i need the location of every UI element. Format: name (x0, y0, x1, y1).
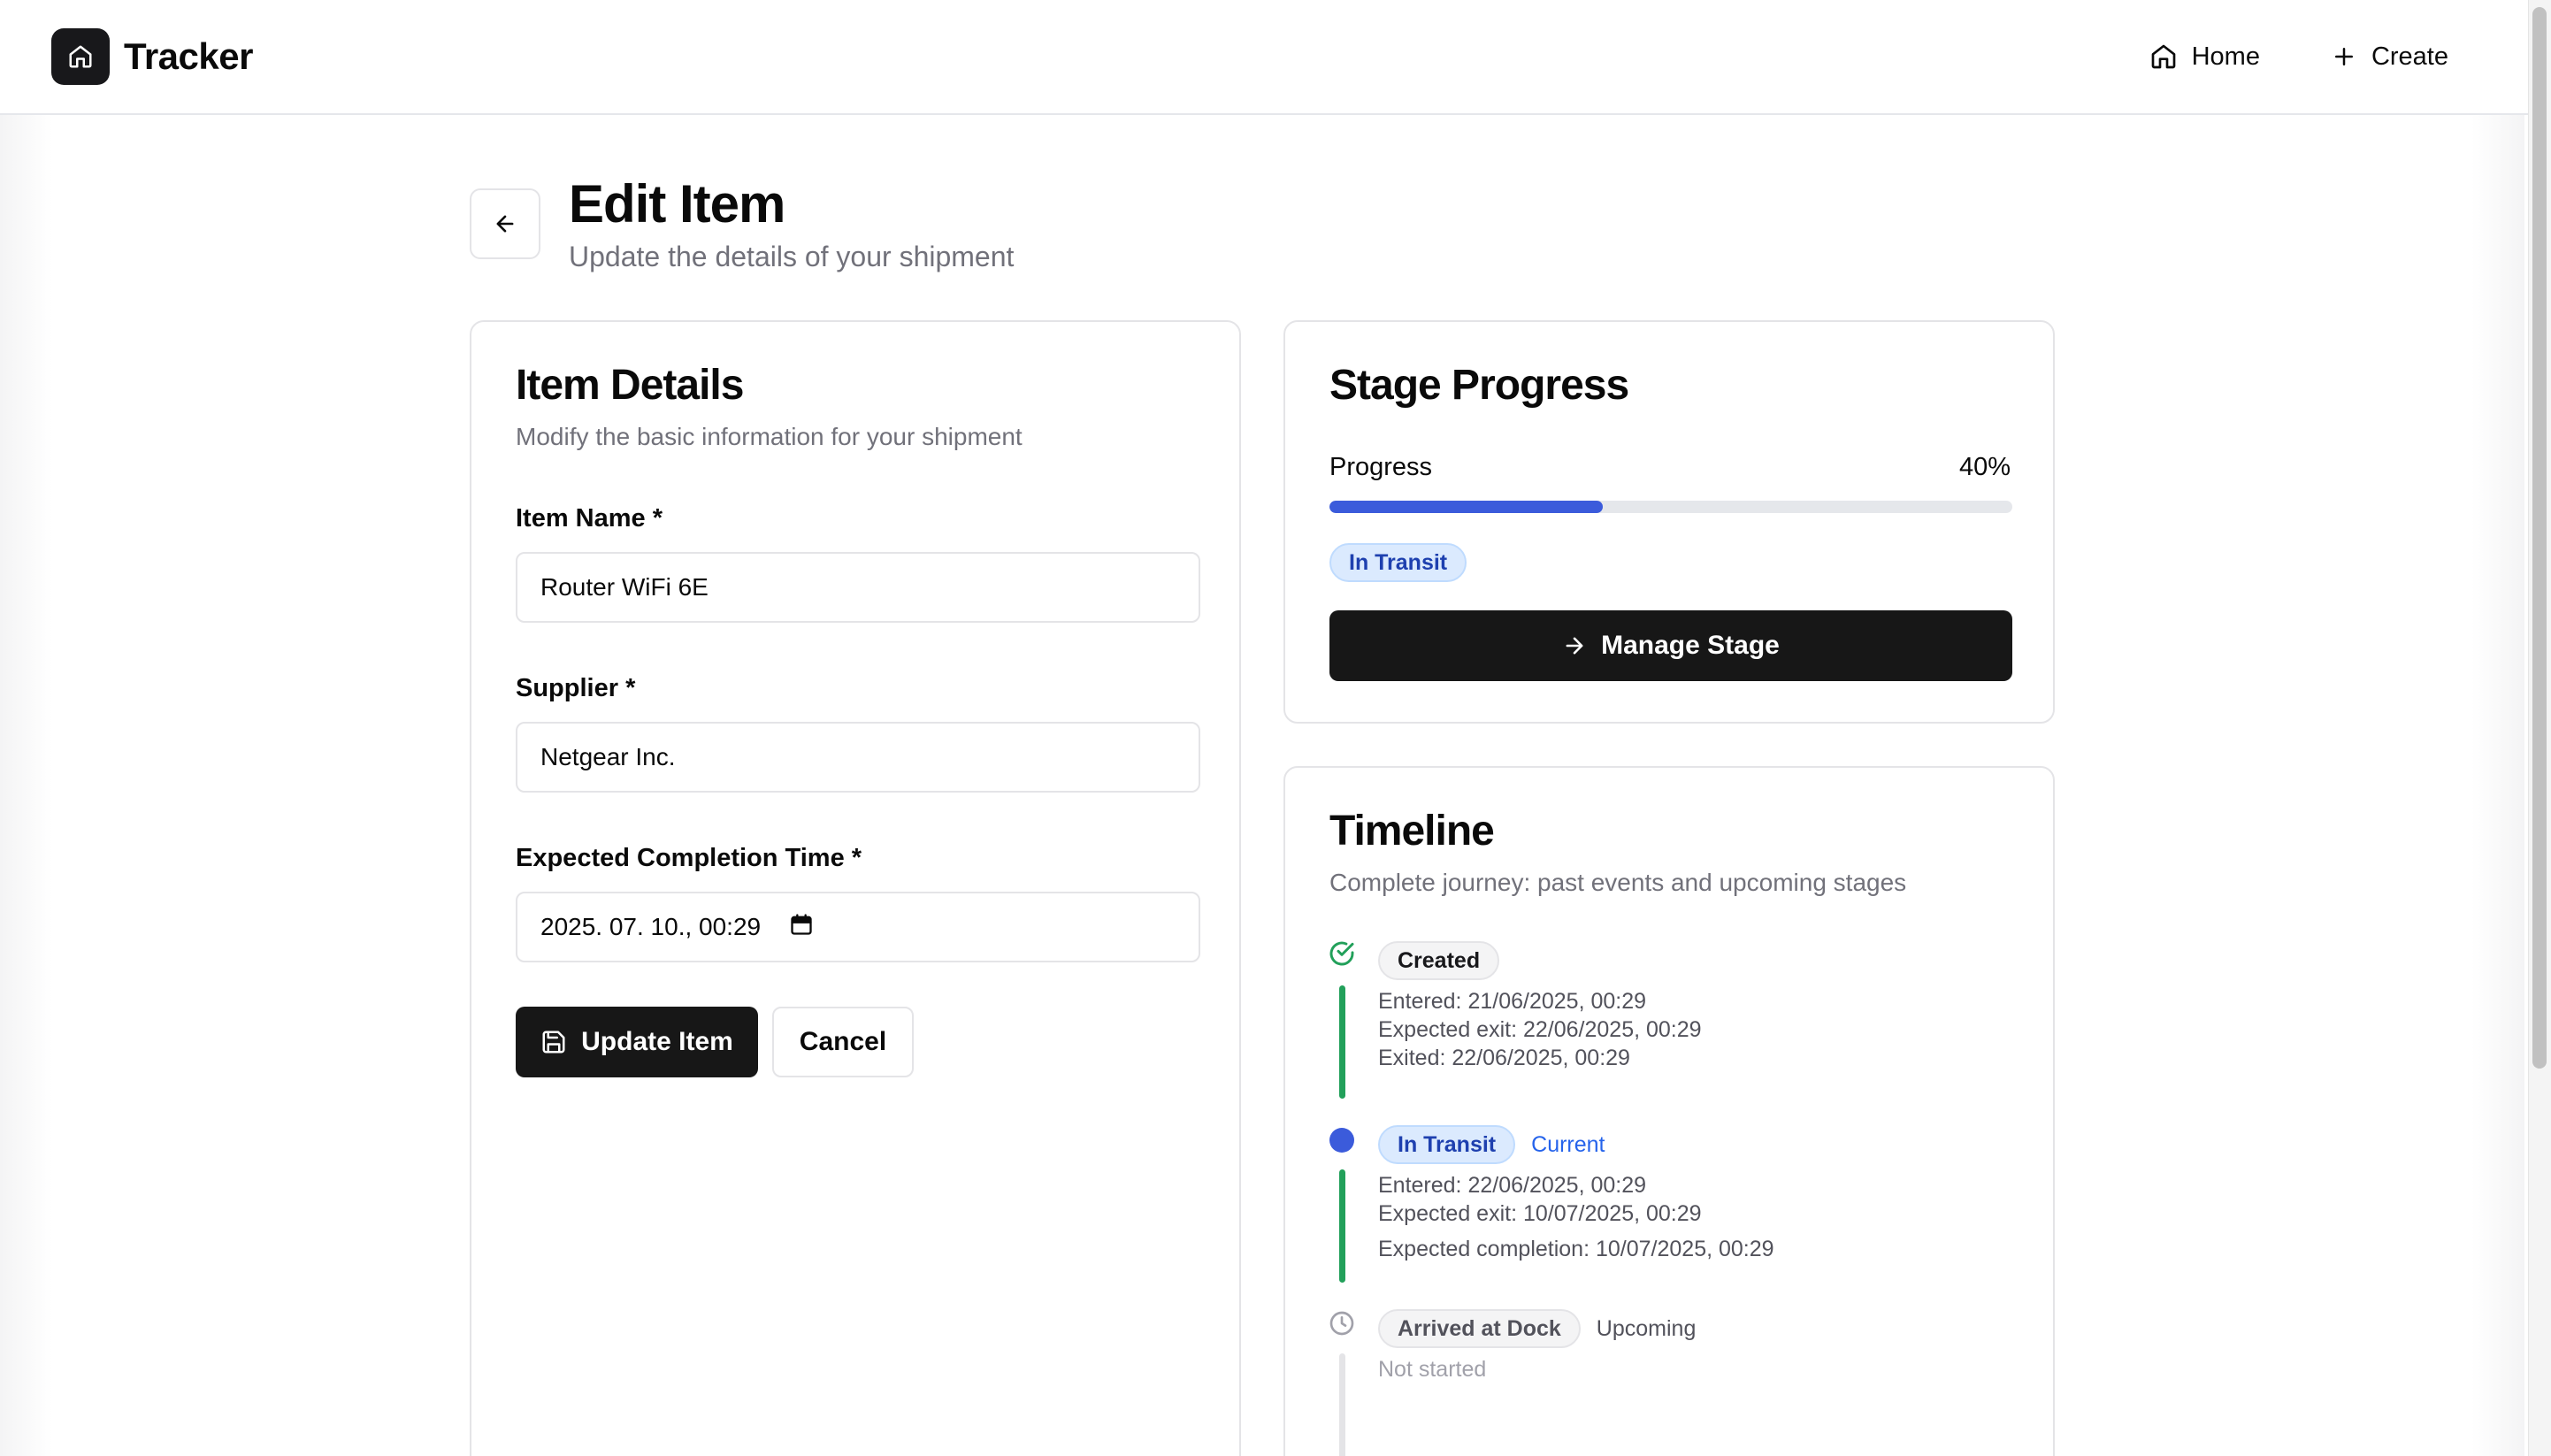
stage-exited: Exited: 22/06/2025, 00:29 (1378, 1046, 1630, 1070)
completion-time-value: 2025. 07. 10., 00:29 (540, 913, 762, 940)
nav-home-label: Home (2191, 42, 2260, 71)
brand[interactable]: Tracker (51, 28, 253, 85)
timeline-card: Timeline Complete journey: past events a… (1283, 766, 2055, 1456)
progress-percent: 40% (1958, 453, 2011, 481)
nav-home-link[interactable]: Home (2149, 42, 2260, 72)
save-icon (542, 1031, 565, 1054)
nav-create-link[interactable]: Create (2331, 42, 2448, 72)
update-item-button[interactable]: Update Item (516, 1007, 758, 1077)
stage-expected-exit: Expected exit: 10/07/2025, 00:29 (1378, 1201, 1702, 1226)
stage-expected-completion: Expected completion: 10/07/2025, 00:29 (1378, 1237, 1774, 1261)
timeline-connector (1339, 1169, 1345, 1283)
completion-time-input[interactable]: 2025. 07. 10., 00:29 (516, 892, 1200, 962)
item-details-description: Modify the basic information for your sh… (516, 423, 1023, 450)
supplier-label: Supplier * (516, 674, 636, 702)
timeline-stage-in-transit: In Transit Current (1378, 1125, 1605, 1164)
page-title: Edit Item (569, 174, 785, 234)
item-name-label: Item Name * (516, 504, 663, 533)
timeline-title: Timeline (1329, 808, 1495, 854)
check-circle-icon (1329, 941, 1354, 966)
current-stage-dot (1329, 1128, 1354, 1153)
page-shadow-right (2471, 115, 2524, 1456)
home-logo-icon (51, 28, 110, 85)
progress-bar-fill (1329, 501, 1603, 513)
progress-bar (1329, 501, 2012, 513)
timeline-stage-created: Created (1378, 941, 1500, 980)
scrollbar-thumb[interactable] (2532, 7, 2547, 1069)
timeline-connector (1339, 1353, 1345, 1456)
supplier-input[interactable]: Netgear Inc. (516, 722, 1200, 793)
nav-create-label: Create (2371, 42, 2448, 71)
back-button[interactable] (470, 188, 540, 259)
page-shadow-left (0, 115, 53, 1456)
stage-name-badge: In Transit (1378, 1125, 1516, 1164)
stage-not-started: Not started (1378, 1357, 1487, 1382)
arrow-left-icon (496, 215, 514, 233)
update-item-label: Update Item (581, 1027, 733, 1056)
stage-progress-card: Stage Progress Progress 40% In Transit M… (1283, 320, 2055, 724)
current-tag: Current (1531, 1131, 1605, 1157)
status-badge: In Transit (1329, 543, 1467, 582)
item-details-title: Item Details (516, 362, 744, 409)
vertical-scrollbar[interactable] (2528, 0, 2551, 1456)
upcoming-tag: Upcoming (1596, 1315, 1697, 1341)
item-name-input[interactable]: Router WiFi 6E (516, 552, 1200, 623)
stage-progress-title: Stage Progress (1329, 362, 1629, 409)
timeline-description: Complete journey: past events and upcomi… (1329, 869, 1907, 896)
brand-name: Tracker (124, 35, 253, 77)
home-icon (2151, 44, 2175, 69)
stage-entered: Entered: 22/06/2025, 00:29 (1378, 1173, 1647, 1198)
stage-entered: Entered: 21/06/2025, 00:29 (1378, 989, 1647, 1014)
stage-name-badge: Arrived at Dock (1378, 1309, 1581, 1348)
calendar-icon[interactable] (789, 912, 814, 943)
cancel-button[interactable]: Cancel (772, 1007, 914, 1077)
main-nav: Home Create (2149, 42, 2448, 72)
timeline-connector (1339, 985, 1345, 1099)
clock-icon (1329, 1311, 1354, 1336)
page-subtitle: Update the details of your shipment (569, 241, 1015, 272)
progress-label: Progress (1329, 453, 1433, 481)
stage-name-badge: Created (1378, 941, 1500, 980)
arrow-right-icon (1566, 637, 1583, 655)
top-navbar: Tracker Home Create (0, 0, 2528, 115)
manage-stage-button[interactable]: Manage Stage (1329, 610, 2012, 681)
plus-icon (2334, 48, 2353, 65)
stage-expected-exit: Expected exit: 22/06/2025, 00:29 (1378, 1017, 1702, 1042)
manage-stage-label: Manage Stage (1601, 631, 1780, 660)
item-details-card: Item Details Modify the basic informatio… (470, 320, 1241, 1456)
completion-time-label: Expected Completion Time * (516, 844, 862, 872)
timeline-stage-arrived: Arrived at Dock Upcoming (1378, 1309, 1696, 1348)
